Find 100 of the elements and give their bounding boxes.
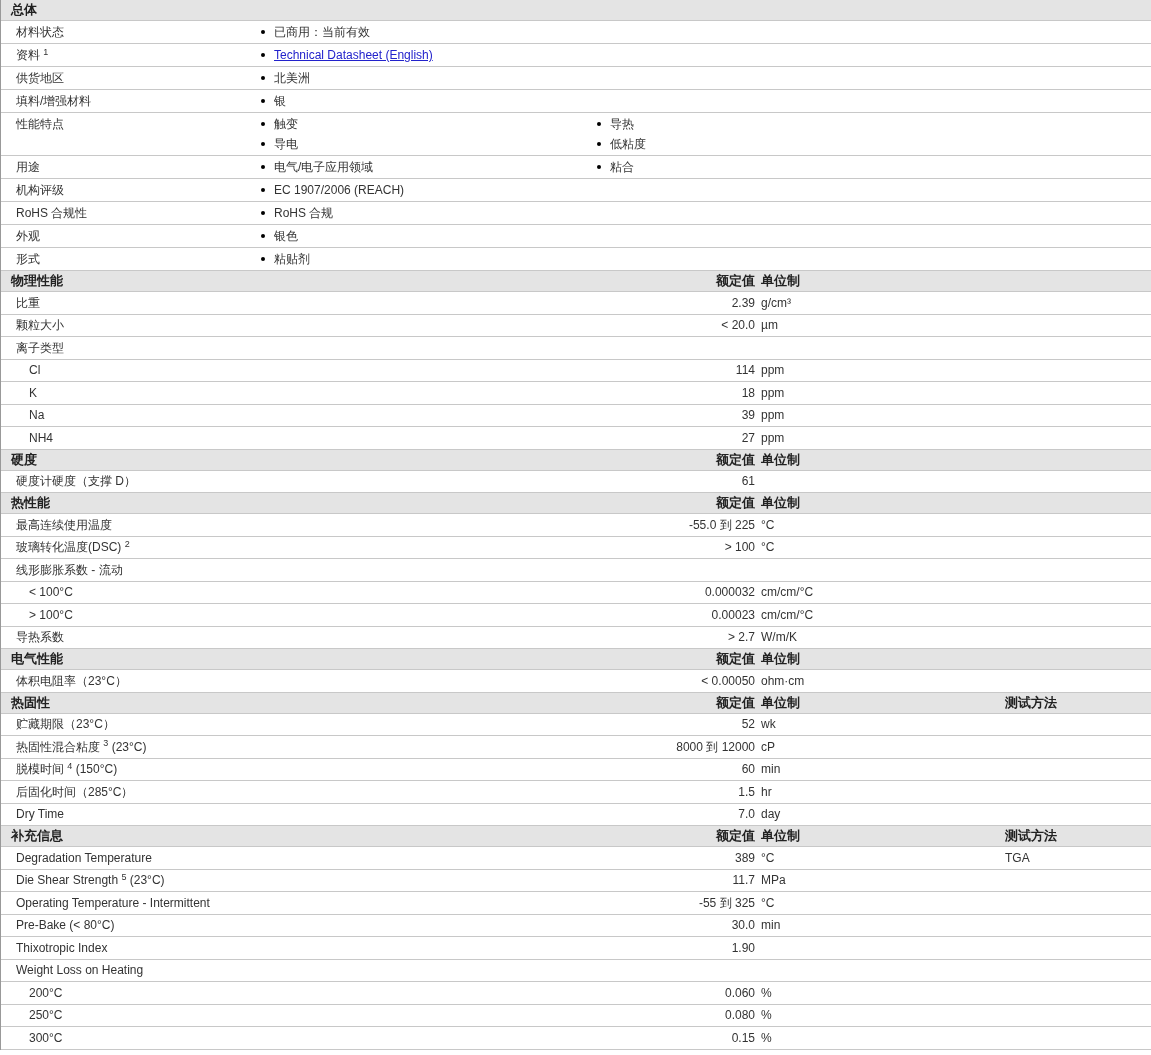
property-unit: day (761, 807, 781, 822)
bullet-icon (261, 165, 265, 169)
property-value: 114 (735, 363, 755, 378)
column-heading: 单位制 (761, 451, 800, 467)
property-unit: % (761, 1008, 772, 1023)
bullet-icon (261, 30, 265, 34)
property-value: 0.00023 (711, 607, 755, 622)
property-value: 39 (741, 408, 755, 423)
property-label: 形式 (15, 251, 41, 268)
section-title: 热固性 (10, 693, 51, 712)
property-label: 比重 (15, 294, 41, 312)
property-value: 0.15 (731, 1030, 755, 1045)
property-label: RoHS 合规性 (15, 205, 89, 222)
property-unit: hr (761, 784, 772, 799)
property-label: 300°C (28, 1029, 64, 1047)
column-heading: 额定值 (716, 694, 755, 710)
property-value: 0.080 (724, 1008, 755, 1023)
property-unit: °C (761, 850, 775, 865)
property-label: 后固化时间（285°C） (15, 783, 135, 801)
bullet-icon (261, 76, 265, 80)
property-label: 体积电阻率（23°C） (15, 672, 128, 690)
property-label: 资料 $^{1}$ (15, 45, 50, 64)
property-value: 7.0 (738, 807, 755, 822)
bullet-icon (597, 122, 601, 126)
property-unit: °C (761, 895, 775, 910)
property-label: 贮藏期限（23°C） (15, 716, 116, 734)
property-unit: ppm (761, 408, 785, 423)
property-unit: % (761, 985, 772, 1000)
property-label: 离子类型 (15, 339, 65, 357)
property-unit: MPa (761, 873, 786, 888)
property-value: 30.0 (731, 918, 755, 933)
property-value: 1.5 (738, 784, 755, 799)
property-unit: % (761, 1030, 772, 1045)
property-label: 250°C (28, 1007, 64, 1025)
column-heading: 测试方法 (1005, 694, 1057, 710)
property-value: 0.000032 (704, 585, 755, 600)
column-heading: 单位制 (761, 495, 800, 511)
column-heading: 单位制 (761, 828, 800, 844)
property-label: 脱模时间 $^{4}$ (150°C) (15, 760, 119, 779)
datasheet-link[interactable]: Technical Datasheet (English) (274, 46, 433, 64)
column-heading: 额定值 (716, 495, 755, 511)
section-title: 物理性能 (10, 272, 64, 291)
bullet-icon (261, 211, 265, 215)
bullet-text: 银色 (274, 228, 298, 245)
column-heading: 额定值 (716, 273, 755, 289)
bullet-text: 导热 (610, 116, 634, 133)
property-label: NH4 (28, 429, 54, 447)
property-label: 材料状态 (15, 24, 65, 41)
property-value: 60 (741, 762, 755, 777)
property-unit: ppm (761, 385, 785, 400)
property-label: Die Shear Strength $^{5}$ (23°C) (15, 871, 166, 890)
property-unit: ppm (761, 430, 785, 445)
property-label: 热固性混合粘度 $^{3}$ (23°C) (15, 737, 148, 756)
property-label: Dry Time (15, 806, 65, 824)
bullet-icon (261, 234, 265, 238)
property-label: 填料/增强材料 (15, 93, 93, 110)
bullet-text: 银 (274, 93, 286, 110)
bullet-text: 北美洲 (274, 70, 310, 87)
section-title: 总体 (9, 1, 38, 20)
property-unit: °C (761, 540, 775, 555)
property-value: 52 (741, 717, 755, 732)
property-value: < 0.00050 (701, 673, 755, 688)
column-heading: 额定值 (716, 828, 755, 844)
column-heading: 额定值 (716, 651, 755, 667)
property-unit: cP (761, 739, 775, 754)
property-label: Degradation Temperature (15, 849, 153, 867)
bullet-icon (261, 142, 265, 146)
property-value: > 2.7 (727, 630, 755, 645)
property-value: 0.060 (724, 985, 755, 1000)
property-value: > 100 (724, 540, 755, 555)
property-label: < 100°C (28, 584, 74, 602)
column-heading: 单位制 (761, 273, 800, 289)
property-unit: ohm·cm (761, 673, 805, 688)
property-label: K (28, 384, 38, 402)
property-label: 导热系数 (15, 629, 65, 647)
property-label: Operating Temperature - Intermittent (15, 894, 211, 912)
property-value: 11.7 (732, 873, 755, 888)
section-title: 热性能 (10, 494, 51, 513)
property-label: 线形膨胀系数 - 流动 (15, 561, 124, 579)
property-label: Pre-Bake (< 80°C) (15, 917, 116, 935)
bullet-icon (261, 99, 265, 103)
property-label: 用途 (15, 159, 41, 176)
test-method: TGA (1005, 850, 1030, 865)
property-label: 200°C (28, 984, 64, 1002)
property-unit: W/m/K (761, 630, 797, 645)
property-unit: µm (761, 318, 778, 333)
property-unit: cm/cm/°C (761, 585, 814, 600)
column-heading: 单位制 (761, 694, 800, 710)
bullet-icon (597, 142, 601, 146)
property-label: 最高连续使用温度 (15, 516, 113, 534)
property-unit: min (761, 762, 781, 777)
bullet-text: 粘合 (610, 159, 634, 176)
property-label: 性能特点 (15, 116, 65, 133)
bullet-text: RoHS 合规 (274, 205, 334, 222)
property-value: 18 (741, 385, 755, 400)
section-title: 电气性能 (10, 650, 64, 669)
section-title: 硬度 (10, 450, 38, 469)
property-label: 供货地区 (15, 70, 65, 87)
property-unit: min (761, 918, 781, 933)
property-label: Cl (28, 362, 42, 380)
